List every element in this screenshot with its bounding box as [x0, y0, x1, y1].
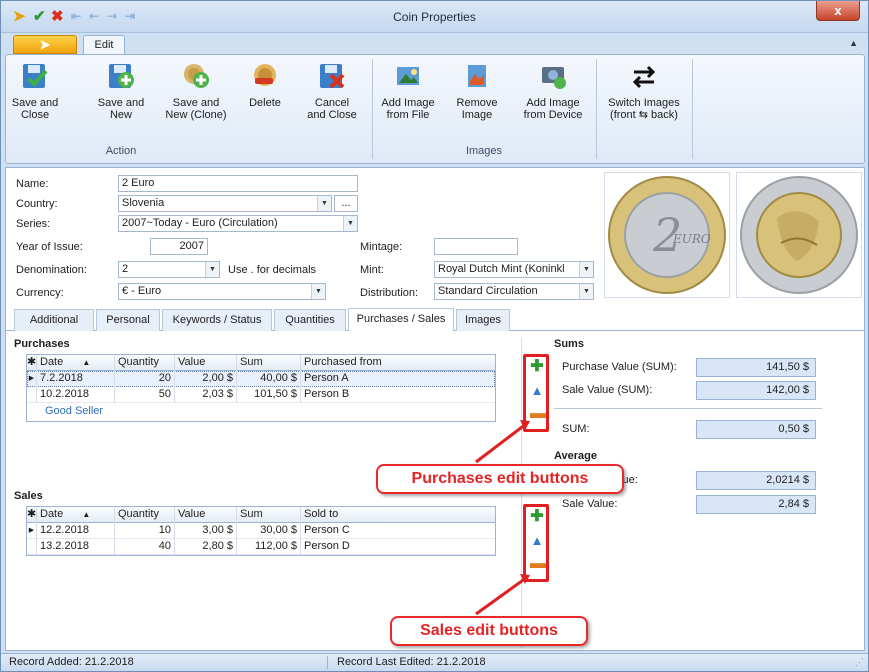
add-image-from-device-button[interactable]: Add Image from Device: [518, 61, 588, 121]
purchases-callout: Purchases edit buttons: [376, 464, 624, 494]
record-edited-text: Record Last Edited: 21.2.2018: [337, 656, 486, 668]
title-bar: ➤ ✔ ✖ ⇤ ⇠ ⇢ ⇥ Coin Properties x: [1, 1, 868, 33]
save-close-label-2: Close: [20, 109, 50, 121]
save-and-close-button[interactable]: Save and Close: [10, 61, 60, 121]
resize-grip-icon[interactable]: ⋰: [855, 654, 864, 671]
record-added-text: Record Added: 21.2.2018: [9, 656, 134, 668]
save-clone-label-2: New (Clone): [165, 109, 227, 121]
save-new-icon: [109, 64, 134, 88]
status-separator: [327, 656, 328, 669]
delete-button[interactable]: Delete: [242, 61, 288, 109]
save-and-new-button[interactable]: Save and New: [96, 61, 146, 121]
save-and-new-clone-button[interactable]: Save and New (Clone): [164, 61, 228, 121]
delete-coin-icon: [254, 64, 276, 86]
purchases-arrow: [475, 422, 527, 464]
sales-callout: Sales edit buttons: [390, 616, 588, 646]
remove-image-button[interactable]: Remove Image: [452, 61, 502, 121]
ribbon-separator: [692, 59, 693, 159]
ribbon-group-images: Images: [465, 145, 503, 157]
ribbon-separator: [596, 59, 597, 159]
save-new-label-2: New: [109, 109, 132, 121]
save-clone-label-1: Save and: [172, 97, 220, 109]
switch-images-label-2: (front ⇆ back): [610, 109, 678, 121]
add-image-device-label-2: from Device: [523, 109, 583, 121]
cancel-close-label-2: and Close: [307, 109, 357, 121]
close-button[interactable]: x: [816, 1, 860, 21]
coin-details-panel: Name: 2 Euro Country: Slovenia ▼ ... Ser…: [5, 167, 865, 651]
switch-images-button[interactable]: Switch Images (front ⇆ back): [602, 61, 686, 121]
cancel-close-icon: [320, 64, 345, 89]
save-close-label-1: Save and: [11, 97, 59, 109]
add-image-from-file-button[interactable]: Add Image from File: [378, 61, 438, 121]
ribbon-tab-row: ➤ Edit ▲: [1, 33, 868, 56]
ribbon-group-action: Action: [105, 145, 137, 157]
add-image-file-icon: [397, 67, 419, 85]
remove-image-icon: [468, 65, 486, 87]
add-image-file-label-1: Add Image: [381, 97, 435, 109]
ribbon-separator: [372, 59, 373, 159]
save-new-label-1: Save and: [97, 97, 145, 109]
ribbon-collapse-icon[interactable]: ▲: [849, 38, 858, 48]
cancel-and-close-button[interactable]: Cancel and Close: [302, 61, 362, 121]
add-image-file-label-2: from File: [386, 109, 430, 121]
ribbon: Save and Close Save and New Save and New…: [5, 54, 865, 164]
cancel-close-label-1: Cancel: [314, 97, 350, 109]
tab-edit[interactable]: Edit: [83, 35, 125, 56]
remove-image-label-2: Image: [461, 109, 493, 121]
add-image-device-icon: [542, 67, 566, 89]
switch-images-label-1: Switch Images: [608, 97, 680, 109]
delete-label: Delete: [249, 97, 281, 109]
save-clone-icon: [184, 64, 209, 88]
annotation-arrows: [475, 420, 530, 616]
sales-arrow: [475, 576, 527, 616]
window-title: Coin Properties: [393, 10, 476, 24]
save-close-icon: [23, 64, 48, 88]
app-menu-button[interactable]: ➤: [13, 35, 77, 54]
coin-properties-window: ➤ ✔ ✖ ⇤ ⇠ ⇢ ⇥ Coin Properties x ➤ Edit ▲…: [0, 0, 869, 672]
add-image-device-label-1: Add Image: [526, 97, 580, 109]
status-bar: Record Added: 21.2.2018 Record Last Edit…: [1, 653, 868, 671]
remove-image-label-1: Remove: [456, 97, 498, 109]
switch-arrows-icon: [632, 65, 656, 89]
